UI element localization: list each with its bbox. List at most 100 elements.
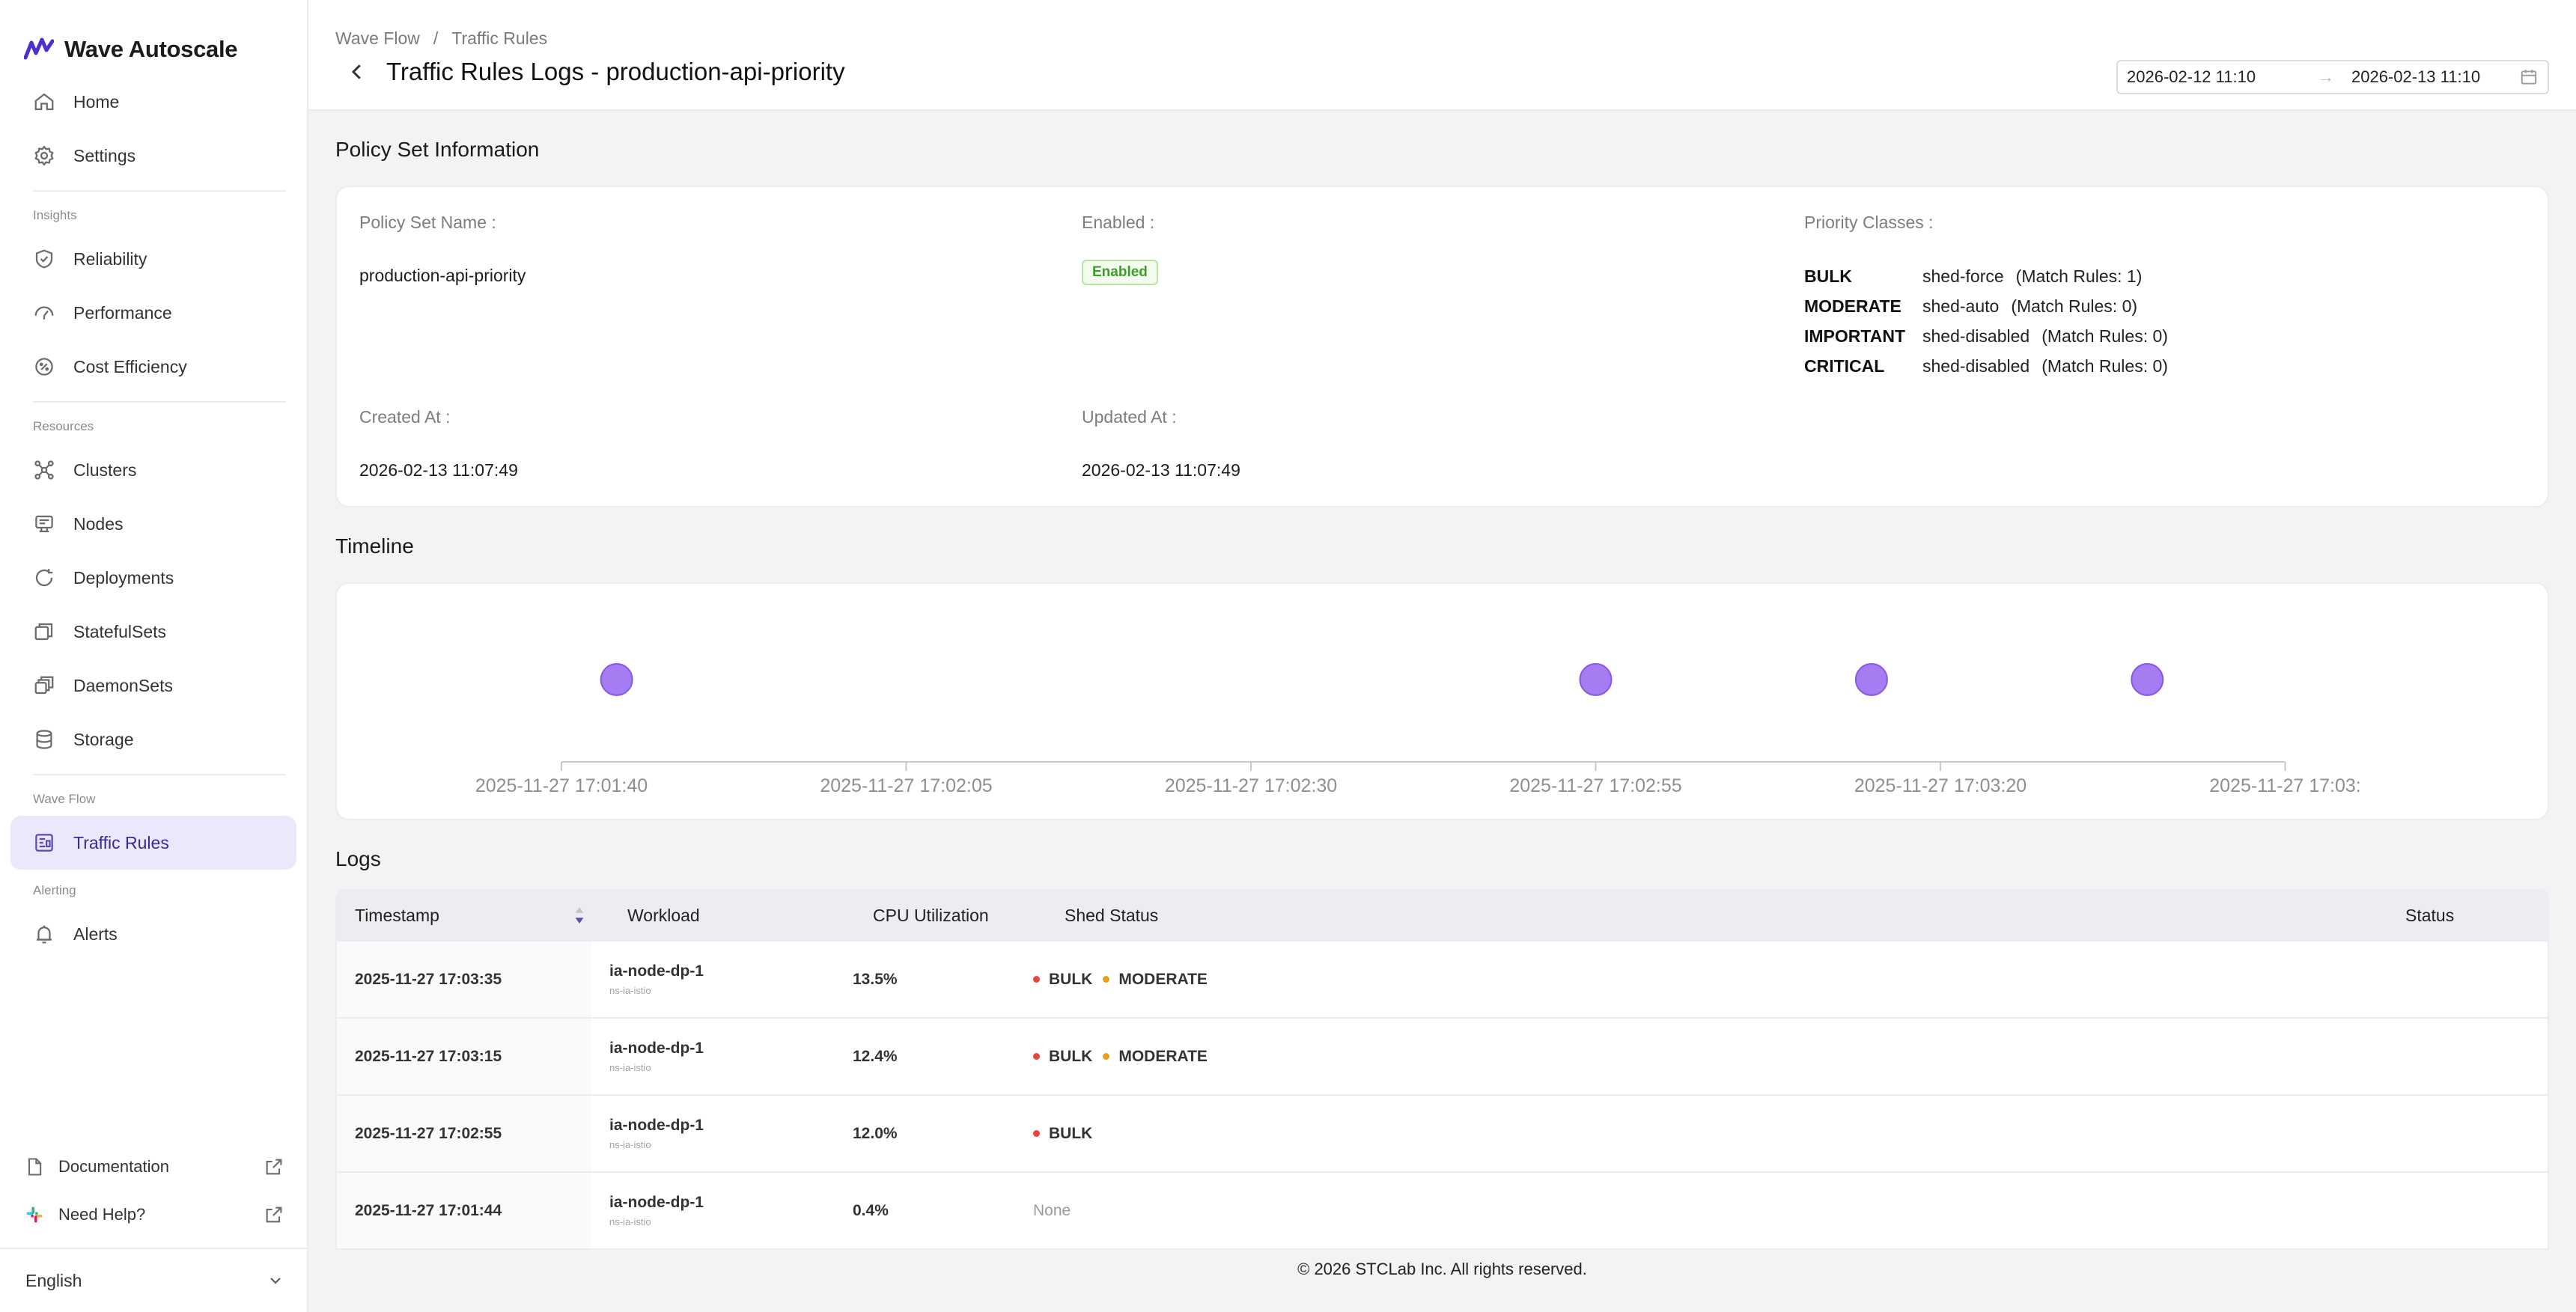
table-row[interactable]: 2025-11-27 17:02:55 ia-node-dp-1 ns-ia-ist…: [337, 1094, 2548, 1171]
breadcrumb: Wave Flow / Traffic Rules: [335, 28, 2549, 49]
logs-table-body: 2025-11-27 17:03:35 ia-node-dp-1 ns-ia-ist…: [337, 940, 2548, 1248]
external-link-icon: [266, 1159, 282, 1175]
priority-class-name: BULK: [1804, 266, 1852, 286]
language-select[interactable]: English: [0, 1248, 307, 1312]
shed-status-item: MODERATE: [1103, 1048, 1208, 1066]
nav-reliability-label: Reliability: [73, 248, 147, 269]
daemonset-icon: [34, 676, 54, 695]
workload-name: ia-node-dp-1: [609, 1117, 704, 1134]
shed-class: BULK: [1049, 970, 1093, 988]
sort-icon[interactable]: [573, 906, 585, 925]
logs-table: Timestamp Workload CPU Utilization Shed …: [335, 889, 2549, 1250]
section-wave-flow: Wave Flow: [33, 792, 96, 806]
enabled-field: Enabled : Enabled: [1082, 213, 1158, 285]
timeline-event-point[interactable]: [1579, 663, 1613, 696]
cell-workload: ia-node-dp-1 ns-ia-istio: [591, 1173, 845, 1248]
shed-status-item: BULK: [1033, 1125, 1092, 1143]
nav-storage[interactable]: Storage: [10, 713, 296, 766]
status-dot: [1033, 1053, 1040, 1060]
back-arrow-icon[interactable]: [346, 61, 368, 83]
nav-nodes[interactable]: Nodes: [10, 497, 296, 551]
nav-traffic-rules-label: Traffic Rules: [73, 832, 169, 852]
app-logo[interactable]: Wave Autoscale: [0, 0, 307, 75]
cell-cpu: 13.5%: [853, 970, 898, 988]
date-to[interactable]: 2026-02-13 11:10: [2341, 67, 2519, 87]
cluster-icon: [34, 460, 54, 480]
page-header: Wave Flow / Traffic Rules Traffic Rules …: [308, 0, 2576, 111]
nav-home[interactable]: Home: [10, 75, 296, 129]
cell-cpu: 12.4%: [853, 1047, 898, 1065]
enabled-badge: Enabled: [1082, 260, 1158, 285]
bell-icon: [37, 925, 52, 944]
breadcrumb-traffic-rules[interactable]: Traffic Rules: [451, 28, 547, 49]
workload-name: ia-node-dp-1: [609, 1194, 704, 1211]
footer-copyright: © 2026 STCLab Inc. All rights reserved.: [1297, 1260, 1587, 1278]
timeline-event-point[interactable]: [2131, 663, 2164, 696]
cell-shed-status: BULK MODERATE: [1033, 971, 2548, 989]
cell-timestamp: 2025-11-27 17:01:44: [337, 1173, 591, 1248]
policy-name-value: production-api-priority: [359, 266, 526, 285]
priority-classes-field: Priority Classes : BULK shed-force (Match …: [1804, 213, 2168, 381]
help-label: Need Help?: [58, 1205, 146, 1224]
documentation-label: Documentation: [58, 1157, 169, 1176]
nav-alerts[interactable]: Alerts: [10, 907, 296, 961]
column-workload-label: Workload: [627, 905, 700, 925]
policy-info-card: Policy Set Name : production-api-priorit…: [335, 186, 2549, 507]
nav-cost-efficiency[interactable]: Cost Efficiency: [10, 340, 296, 394]
cell-cpu: 12.0%: [853, 1124, 898, 1142]
priority-class-name: IMPORTANT: [1804, 326, 1906, 346]
shed-class: BULK: [1049, 1124, 1093, 1142]
cost-icon: [35, 358, 53, 376]
statefulset-icon: [34, 623, 53, 641]
nav-reliability[interactable]: Reliability: [10, 232, 296, 286]
cell-timestamp: 2025-11-27 17:03:35: [337, 942, 591, 1017]
documentation-link[interactable]: Documentation: [0, 1143, 307, 1191]
priority-class-mode: shed-disabled: [1922, 326, 2030, 346]
sidebar: Wave Autoscale Home Settings Insights Re…: [0, 0, 308, 1312]
nav-statefulsets[interactable]: StatefulSets: [10, 605, 296, 659]
nav-home-label: Home: [73, 91, 120, 112]
column-cpu: CPU Utilization: [861, 891, 1065, 940]
priority-class-match-rules: (Match Rules: 1): [2015, 266, 2143, 286]
nav-daemonsets[interactable]: DaemonSets: [10, 659, 296, 713]
section-alerting: Alerting: [33, 883, 76, 897]
column-shed-status-label: Shed Status: [1065, 905, 1159, 925]
shed-status-item: BULK: [1033, 971, 1092, 989]
breadcrumb-wave-flow[interactable]: Wave Flow: [335, 28, 420, 49]
status-dot: [1103, 1053, 1110, 1060]
workload-namespace: ns-ia-istio: [609, 985, 651, 996]
deployment-icon: [35, 569, 53, 587]
nav-clusters-label: Clusters: [73, 460, 137, 480]
arrow-right-icon: →: [2318, 67, 2334, 86]
nav-alerts-label: Alerts: [73, 924, 118, 944]
enabled-label: Enabled :: [1082, 213, 1155, 232]
cell-cpu: 0.4%: [853, 1201, 889, 1219]
priority-class-mode: shed-force: [1922, 266, 2004, 286]
nav-performance[interactable]: Performance: [10, 286, 296, 340]
timeline-event-point[interactable]: [600, 663, 633, 696]
priority-classes-list: BULK shed-force (Match Rules: 1) MODERATE sh…: [1804, 261, 2168, 381]
home-icon: [34, 93, 54, 111]
nav-clusters[interactable]: Clusters: [10, 443, 296, 497]
timeline-svg: 2025-11-27 17:01:40 2025-11-27 17:02:05 20…: [475, 663, 2361, 796]
timeline-tick-label: 2025-11-27 17:03:20: [1854, 775, 2027, 796]
language-value: English: [25, 1270, 82, 1290]
cell-workload: ia-node-dp-1 ns-ia-istio: [591, 1019, 845, 1094]
nav-traffic-rules[interactable]: Traffic Rules: [10, 816, 296, 870]
nav-deployments[interactable]: Deployments: [10, 551, 296, 605]
chevron-down-icon: [270, 1278, 281, 1284]
nav-settings[interactable]: Settings: [10, 129, 296, 183]
column-timestamp[interactable]: Timestamp: [337, 891, 591, 940]
timeline-event-point[interactable]: [1854, 663, 1888, 696]
date-from[interactable]: 2026-02-12 11:10: [2127, 67, 2311, 87]
timeline-tick-label: 2025-11-27 17:02:55: [1509, 775, 1681, 796]
timeline-section-title: Timeline: [335, 534, 414, 558]
priority-class-mode: shed-auto: [1922, 296, 2000, 316]
nav-statefulsets-label: StatefulSets: [73, 621, 167, 641]
help-link[interactable]: Need Help?: [0, 1191, 307, 1239]
table-row[interactable]: 2025-11-27 17:03:15 ia-node-dp-1 ns-ia-ist…: [337, 1017, 2548, 1094]
date-range-picker[interactable]: 2026-02-12 11:10 → 2026-02-13 11:10: [2116, 60, 2549, 94]
table-row[interactable]: 2025-11-27 17:03:35 ia-node-dp-1 ns-ia-ist…: [337, 940, 2548, 1017]
table-row[interactable]: 2025-11-27 17:01:44 ia-node-dp-1 ns-ia-ist…: [337, 1171, 2548, 1248]
cell-shed-status: BULK: [1033, 1125, 2548, 1143]
